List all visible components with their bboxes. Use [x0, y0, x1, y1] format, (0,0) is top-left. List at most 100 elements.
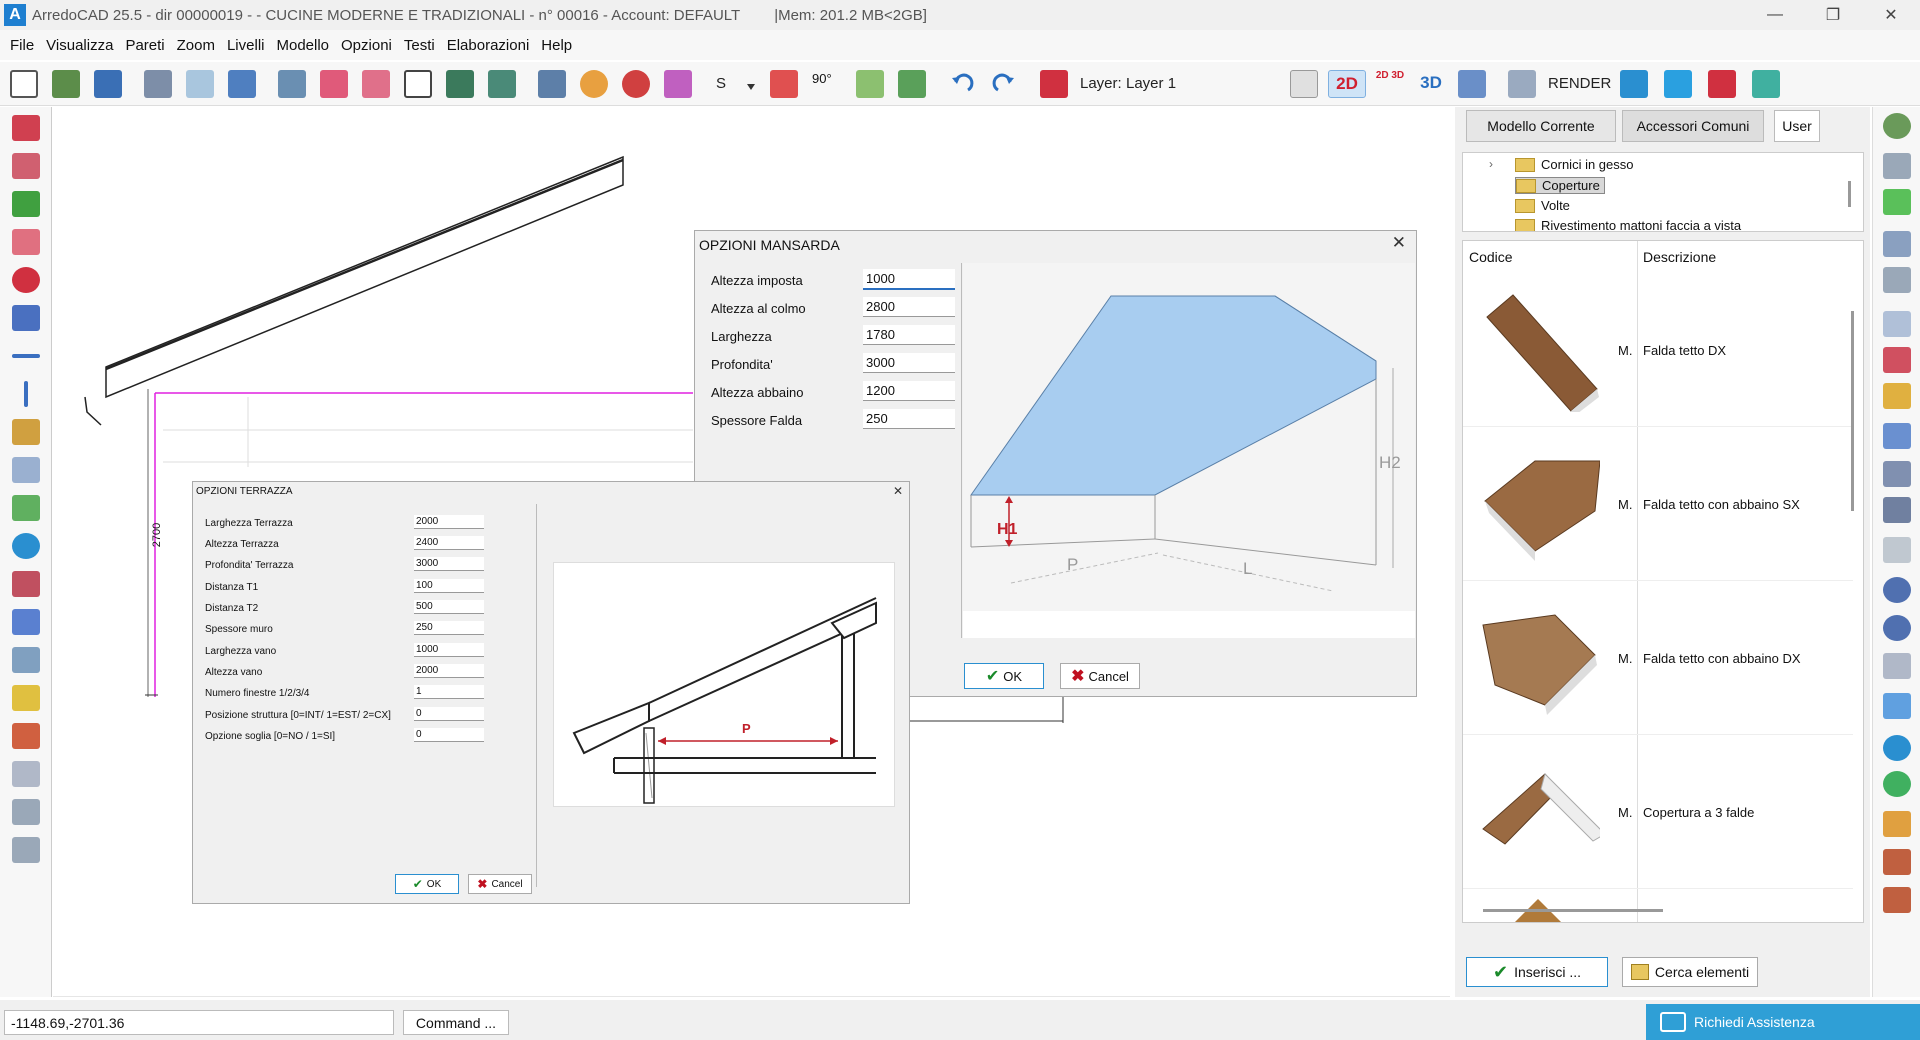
terrazza-input-distanza-t2[interactable]: 500	[414, 600, 484, 614]
print-icon[interactable]	[144, 70, 172, 98]
maximize-button[interactable]: ❐	[1804, 0, 1862, 30]
menu-help[interactable]: Help	[541, 37, 572, 54]
mansarda-input-altezza-abbaino[interactable]: 1200	[863, 381, 955, 401]
menu-modello[interactable]: Modello	[276, 37, 329, 54]
zoom-in-icon[interactable]	[1883, 577, 1911, 603]
tab-modello-corrente[interactable]: Modello Corrente	[1466, 110, 1616, 142]
list-item[interactable]: M. Falda tetto con abbaino DX	[1463, 581, 1853, 735]
render-icon[interactable]	[1508, 70, 1536, 98]
mansarda-cancel-button[interactable]: ✖ Cancel	[1060, 663, 1140, 689]
panel-icon[interactable]	[1883, 153, 1911, 179]
terrazza-input-larghezza[interactable]: 2000	[414, 515, 484, 529]
menu-zoom[interactable]: Zoom	[177, 37, 215, 54]
screen-select-icon[interactable]	[1290, 70, 1318, 98]
text-style-icon[interactable]	[1620, 70, 1648, 98]
settings-c-icon[interactable]	[1883, 849, 1911, 875]
redo-icon[interactable]	[990, 70, 1018, 98]
back-arrow-icon[interactable]	[1883, 347, 1911, 373]
view-3d-box-icon[interactable]	[1458, 70, 1486, 98]
box-teal-icon[interactable]	[488, 70, 516, 98]
menu-testi[interactable]: Testi	[404, 37, 435, 54]
snap-s-label[interactable]: S	[716, 75, 726, 92]
zoom-out-icon[interactable]	[1883, 615, 1911, 641]
grid-dots-icon[interactable]	[664, 70, 692, 98]
floor-green-icon[interactable]	[898, 70, 926, 98]
terrazza-input-altezza-vano[interactable]: 2000	[414, 664, 484, 678]
perpendicular-icon[interactable]	[24, 381, 28, 407]
tree-item-coperture[interactable]: Coperture	[1515, 177, 1605, 194]
close-button[interactable]: ✕	[1862, 0, 1920, 30]
edit-shape-icon[interactable]	[12, 457, 40, 483]
terrazza-input-profondita[interactable]: 3000	[414, 557, 484, 571]
mansarda-ok-button[interactable]: ✔ OK	[964, 663, 1044, 689]
terrazza-input-numero-finestre[interactable]: 1	[414, 685, 484, 699]
undo-icon[interactable]	[948, 70, 976, 98]
move-icon[interactable]	[12, 153, 40, 179]
expand-chevron-icon[interactable]: ›	[1489, 157, 1493, 171]
mirror-icon[interactable]	[12, 305, 40, 331]
mansarda-input-profondita[interactable]: 3000	[863, 353, 955, 373]
visibility-icon[interactable]	[12, 799, 40, 825]
terrazza-input-opzione-soglia[interactable]: 0	[414, 728, 484, 742]
settings-c2-icon[interactable]	[1883, 887, 1911, 913]
box-green-icon[interactable]	[446, 70, 474, 98]
measure-icon[interactable]	[1883, 423, 1911, 449]
list-hscrollbar[interactable]	[1483, 909, 1663, 912]
minimize-button[interactable]: —	[1746, 0, 1804, 30]
terrazza-close-icon[interactable]: ✕	[893, 484, 903, 498]
assistance-button[interactable]: Richiedi Assistenza	[1646, 1004, 1920, 1040]
folder-alt-icon[interactable]	[1883, 383, 1911, 409]
list-item[interactable]: M. Falda tetto DX	[1463, 273, 1853, 427]
cube-color-icon[interactable]	[770, 70, 798, 98]
light-icon[interactable]	[1883, 811, 1911, 837]
new-file-icon[interactable]	[10, 70, 38, 98]
menu-opzioni[interactable]: Opzioni	[341, 37, 392, 54]
menu-livelli[interactable]: Livelli	[227, 37, 265, 54]
camera-icon[interactable]	[1883, 693, 1911, 719]
terrazza-input-altezza[interactable]: 2400	[414, 536, 484, 550]
box-outline-icon[interactable]	[404, 70, 432, 98]
terrazza-input-larghezza-vano[interactable]: 1000	[414, 643, 484, 657]
scale-icon[interactable]	[12, 191, 40, 217]
select-pointer-icon[interactable]	[12, 761, 40, 787]
view-2d-button[interactable]: 2D	[1328, 70, 1366, 98]
tree-scrollbar[interactable]	[1848, 181, 1851, 207]
add-point-icon[interactable]	[12, 495, 40, 521]
tree-item-rivestimento[interactable]: Rivestimento mattoni faccia a vista	[1515, 218, 1741, 231]
render-label[interactable]: RENDER	[1548, 75, 1611, 92]
triangle-a-icon[interactable]	[1752, 70, 1780, 98]
book-icon[interactable]	[1708, 70, 1736, 98]
molecule-icon[interactable]	[622, 70, 650, 98]
tab-accessori-comuni[interactable]: Accessori Comuni	[1622, 110, 1764, 142]
tab-user[interactable]: User	[1774, 110, 1820, 142]
rotate-icon[interactable]	[12, 267, 40, 293]
layout-icon[interactable]	[1883, 267, 1911, 293]
grid-green-icon[interactable]	[1883, 189, 1911, 215]
terrazza-ok-button[interactable]: ✔ OK	[395, 874, 459, 894]
info-icon[interactable]	[12, 533, 40, 559]
zoom-window-icon[interactable]	[1883, 461, 1911, 487]
terrazza-input-distanza-t1[interactable]: 100	[414, 579, 484, 593]
parallel-line-icon[interactable]	[12, 354, 40, 358]
mansarda-input-altezza-colmo[interactable]: 2800	[863, 297, 955, 317]
stack-icon[interactable]	[12, 647, 40, 673]
object-info-icon[interactable]	[12, 609, 40, 635]
color-palette-icon[interactable]	[580, 70, 608, 98]
list-scrollbar[interactable]	[1851, 311, 1854, 511]
menu-file[interactable]: File	[10, 37, 34, 54]
export-icon[interactable]	[228, 70, 256, 98]
layers-icon[interactable]	[538, 70, 566, 98]
save-icon[interactable]	[94, 70, 122, 98]
insert-button[interactable]: ✔ Inserisci ...	[1466, 957, 1608, 987]
globe-icon[interactable]	[1883, 735, 1911, 761]
box-red-icon[interactable]	[362, 70, 390, 98]
mansarda-input-spessore-falda[interactable]: 250	[863, 409, 955, 429]
refresh-library-icon[interactable]	[1883, 113, 1911, 139]
pan-hand-icon[interactable]	[1883, 537, 1911, 563]
list-item[interactable]: M. Copertura a 3 falde	[1463, 735, 1853, 889]
star-tool-icon[interactable]	[12, 115, 40, 141]
view-2d3d-button[interactable]: 2D 3D	[1374, 70, 1406, 98]
tree-item-cornici[interactable]: Cornici in gesso	[1515, 157, 1634, 172]
array-icon[interactable]	[12, 419, 40, 445]
layer-value[interactable]: Layer 1	[1126, 75, 1176, 92]
